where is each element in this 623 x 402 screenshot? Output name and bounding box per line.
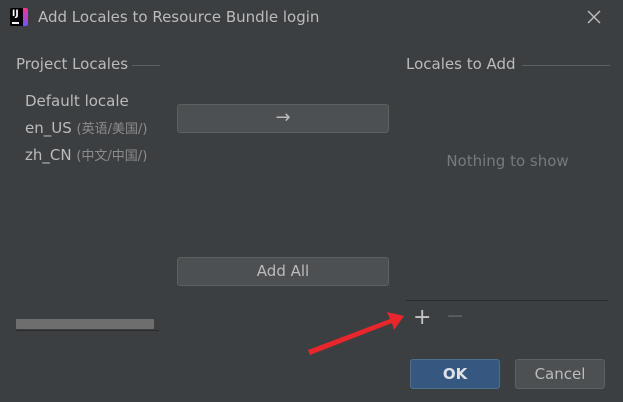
ok-button[interactable]: OK	[410, 359, 500, 389]
empty-list-text: Nothing to show	[446, 152, 569, 170]
list-border	[406, 300, 608, 301]
horizontal-scrollbar[interactable]	[16, 319, 154, 329]
close-icon[interactable]	[584, 7, 604, 27]
move-right-button[interactable]: →	[177, 104, 389, 133]
project-locales-separator	[132, 65, 160, 66]
locale-name: Default locale	[25, 92, 129, 110]
title-bar: IJ Add Locales to Resource Bundle login	[0, 0, 623, 36]
locales-to-add-separator	[522, 65, 610, 66]
arrow-right-icon: →	[275, 107, 291, 128]
list-item[interactable]: en_US (英语/美国/)	[25, 117, 165, 144]
intellij-idea-icon: IJ	[10, 8, 28, 26]
list-border	[16, 330, 159, 331]
locales-to-add-title: Locales to Add	[406, 55, 516, 73]
cancel-button[interactable]: Cancel	[515, 359, 605, 389]
locale-detail: (英语/美国/)	[76, 122, 148, 137]
list-item[interactable]: zh_CN (中文/中国/)	[25, 144, 165, 171]
add-all-button[interactable]: Add All	[177, 257, 389, 286]
window-title: Add Locales to Resource Bundle login	[38, 8, 320, 26]
minus-icon: −	[446, 304, 465, 329]
project-locales-title: Project Locales	[16, 55, 129, 73]
project-locales-list[interactable]: Default locale en_US (英语/美国/) zh_CN (中文/…	[25, 90, 165, 171]
locale-name: zh_CN	[25, 146, 72, 164]
locale-detail: (中文/中国/)	[76, 149, 148, 164]
locale-name: en_US	[25, 119, 72, 137]
list-item[interactable]: Default locale	[25, 90, 165, 117]
plus-icon[interactable]: +	[413, 306, 431, 330]
